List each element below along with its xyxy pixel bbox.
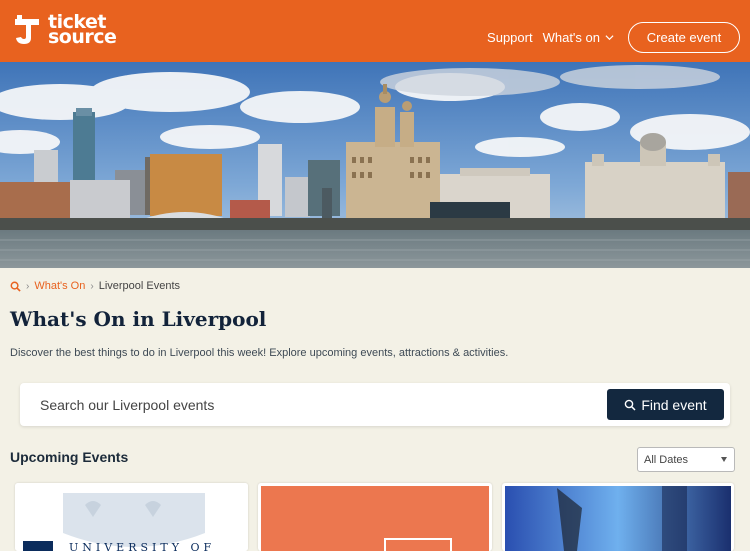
find-event-button[interactable]: Find event [607, 389, 724, 420]
breadcrumb-separator: › [26, 280, 30, 292]
caret-down-icon [721, 457, 727, 462]
card-logo-text: UNIVERSITY OF [69, 541, 215, 551]
orange-event-image [261, 486, 489, 551]
ticketsource-logo[interactable]: ticket source [12, 13, 117, 48]
event-card[interactable]: UNIVERSITY OF [15, 483, 248, 551]
event-card[interactable] [502, 483, 734, 551]
date-filter-select[interactable]: All Dates [637, 447, 735, 472]
search-icon[interactable] [10, 281, 21, 292]
ticket-logo-icon [15, 15, 39, 44]
breadcrumb-whats-on-link[interactable]: What's On [34, 280, 85, 292]
page-title: What's On in Liverpool [10, 307, 267, 331]
upcoming-events-heading: Upcoming Events [10, 449, 129, 465]
nav-whats-on-dropdown[interactable]: What's on [543, 30, 614, 45]
search-icon [625, 399, 636, 411]
liverpool-skyline-hero-image [0, 62, 750, 268]
logo-line-2: source [48, 26, 117, 48]
logo-wordmark: ticket source [48, 13, 117, 48]
breadcrumb-separator: › [90, 280, 94, 292]
breadcrumb: › What's On › Liverpool Events [10, 280, 180, 292]
nav-support-link[interactable]: Support [487, 30, 533, 45]
search-input[interactable] [20, 383, 600, 426]
university-of-liverpool-logo-image: UNIVERSITY OF [15, 483, 248, 551]
breadcrumb-current: Liverpool Events [98, 280, 181, 292]
page-intro: Discover the best things to do in Liverp… [10, 347, 509, 359]
stage-performer-image [505, 486, 731, 551]
nav-whats-on-label: What's on [542, 30, 600, 45]
main-nav: Support What's on Create event [487, 22, 740, 53]
chevron-down-icon [605, 35, 614, 41]
date-filter-value: All Dates [644, 453, 689, 466]
create-event-button[interactable]: Create event [628, 22, 740, 53]
skyline-illustration [0, 62, 750, 268]
event-card[interactable] [258, 483, 492, 551]
event-search-bar: Find event [20, 383, 730, 426]
find-event-label: Find event [641, 396, 707, 413]
